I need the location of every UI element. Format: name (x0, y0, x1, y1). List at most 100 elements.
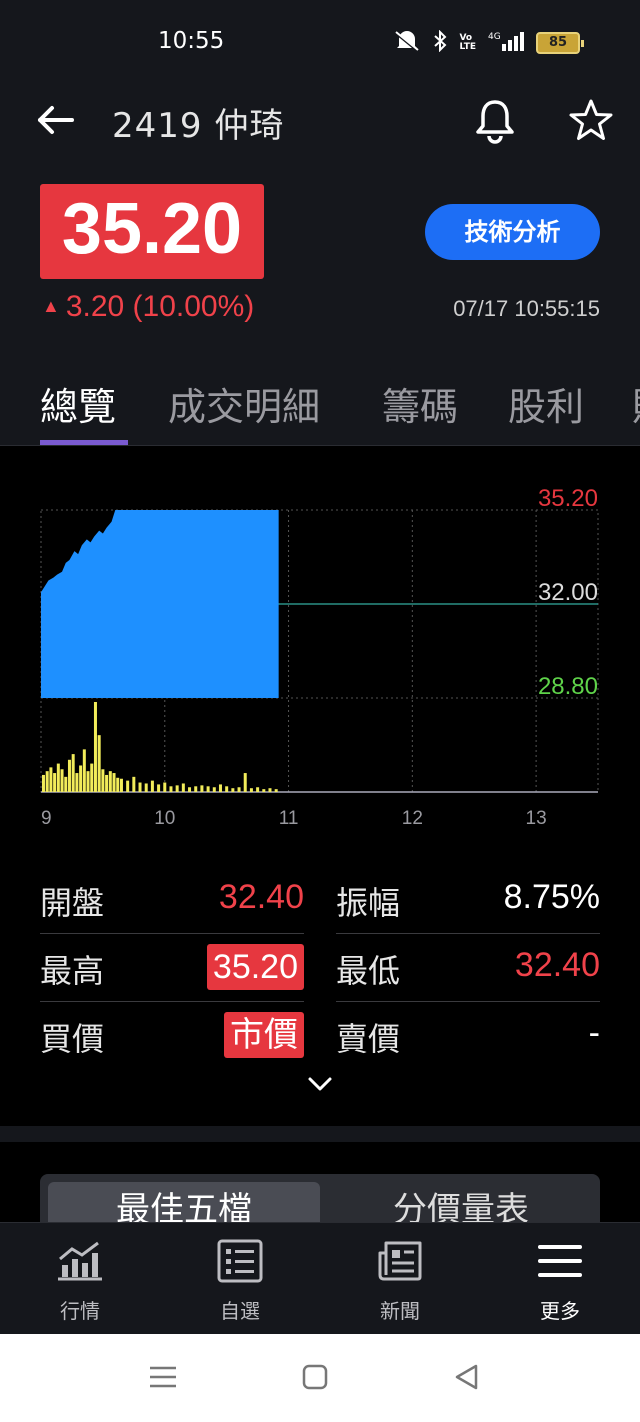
stat-label: 賣價 (336, 1020, 401, 1058)
volume-bar (60, 769, 64, 792)
stat-label: 開盤 (40, 884, 105, 922)
price-label-high: 35.20 (538, 485, 598, 512)
chevron-down-icon[interactable] (306, 1074, 334, 1094)
x-tick-label: 11 (279, 808, 299, 829)
tab-overview[interactable]: 總覽 (40, 376, 116, 431)
x-tick-label: 10 (154, 808, 175, 829)
status-icons: Vo LTE 4G 85 (393, 29, 584, 56)
up-triangle-icon: ▲ (42, 296, 60, 316)
nav-label: 行情 (60, 1299, 100, 1323)
back-arrow-icon[interactable] (36, 104, 76, 136)
stat-high: 最高 35.20 (40, 934, 304, 1002)
battery-icon: 85 (536, 32, 584, 54)
volume-bars (41, 702, 278, 792)
menu-icon (538, 1245, 582, 1277)
stat-amplitude: 振幅 8.75% (336, 866, 600, 934)
tab-transaction-details[interactable]: 成交明細 (168, 376, 320, 431)
volume-bar (225, 786, 229, 792)
tab-chips[interactable]: 籌碼 (382, 376, 458, 431)
volume-bar (101, 769, 105, 792)
x-tick-label: 13 (526, 808, 547, 829)
volume-bar (243, 773, 247, 792)
volume-bar (64, 776, 68, 792)
volume-bar (108, 771, 112, 792)
nav-label: 更多 (540, 1299, 580, 1323)
volume-bar (212, 787, 216, 792)
nav-watchlist[interactable]: 自選 (160, 1223, 320, 1335)
nav-label: 自選 (220, 1299, 260, 1323)
volume-bar (53, 773, 57, 792)
status-bar: 10:55 Vo LTE 4G 85 (0, 0, 640, 86)
volume-bar (71, 754, 75, 792)
stat-label: 振幅 (336, 884, 401, 922)
stat-row: 開盤 32.40 振幅 8.75% (40, 866, 600, 934)
nav-more[interactable]: 更多 (480, 1223, 640, 1335)
nav-label: 新聞 (380, 1299, 420, 1323)
volume-bar (82, 749, 86, 792)
network-label: 4G (488, 32, 501, 42)
volume-bar (163, 782, 167, 792)
price-label-reference: 32.00 (538, 579, 598, 606)
stat-label: 最高 (40, 952, 105, 990)
stat-row: 買價 市價 賣價 - (40, 1002, 600, 1070)
volume-bar (112, 773, 116, 792)
system-nav-bar (0, 1334, 640, 1422)
nav-news[interactable]: 新聞 (320, 1223, 480, 1335)
volume-bar (188, 787, 192, 792)
volume-bar (218, 784, 222, 792)
volume-bar (262, 789, 266, 792)
volume-bar (90, 763, 94, 792)
stat-low: 最低 32.40 (336, 934, 600, 1002)
tab-dividend[interactable]: 股利 (508, 376, 584, 431)
status-time: 10:55 (158, 28, 225, 54)
volume-bar (268, 788, 272, 792)
volume-bar (45, 771, 49, 792)
volume-bar (56, 763, 60, 792)
volume-bar (75, 773, 79, 792)
stat-value: - (588, 1014, 600, 1052)
bluetooth-icon (433, 29, 447, 56)
nav-market[interactable]: 行情 (0, 1223, 160, 1335)
stat-label: 買價 (40, 1020, 105, 1058)
technical-analysis-button[interactable]: 技術分析 (425, 204, 600, 260)
volte-icon: Vo LTE (459, 33, 476, 52)
chart-svg: 35.20 32.00 28.80 9 10 11 12 13 (40, 485, 599, 829)
volume-bar (206, 786, 210, 792)
price-badge: 35.20 (40, 184, 264, 279)
volume-bar (79, 765, 83, 792)
chart-bar-icon (58, 1241, 102, 1281)
stat-row: 最高 35.20 最低 32.40 (40, 934, 600, 1002)
volume-bar (169, 786, 173, 792)
volume-bar (105, 774, 109, 792)
tab-financials[interactable]: 財 (632, 376, 640, 431)
price-label-low: 28.80 (538, 673, 598, 700)
volume-bar (132, 776, 136, 792)
volume-bar (144, 783, 148, 792)
volume-bar (175, 785, 179, 792)
home-icon[interactable] (300, 1362, 330, 1392)
volume-bar (231, 788, 235, 792)
volume-bar (41, 774, 45, 792)
volume-bar (181, 783, 185, 792)
section-divider (0, 1126, 640, 1142)
list-icon (217, 1239, 263, 1283)
mute-icon (393, 30, 421, 56)
price-area (41, 510, 279, 698)
volume-bar (157, 784, 161, 792)
price-change-value: 3.20 (10.00%) (65, 290, 255, 323)
stat-value: 8.75% (503, 878, 600, 916)
volume-bar (119, 778, 123, 792)
back-icon[interactable] (452, 1362, 482, 1392)
volume-bar (86, 771, 90, 792)
price-change: ▲ 3.20 (10.00%) (42, 290, 254, 324)
recent-apps-icon[interactable] (148, 1362, 178, 1392)
x-tick-label: 9 (41, 808, 52, 829)
volume-bar (138, 782, 142, 792)
bell-icon[interactable] (474, 98, 516, 144)
star-icon[interactable] (568, 98, 614, 142)
stat-value: 32.40 (218, 878, 304, 916)
stock-header: 2419 仲琦 35.20 技術分析 ▲ 3.20 (10.00%) 07/17 … (0, 86, 640, 446)
volume-bar (49, 767, 53, 792)
current-price: 35.20 (61, 189, 243, 269)
tab-bar: 總覽 成交明細 籌碼 股利 財 (0, 368, 640, 446)
